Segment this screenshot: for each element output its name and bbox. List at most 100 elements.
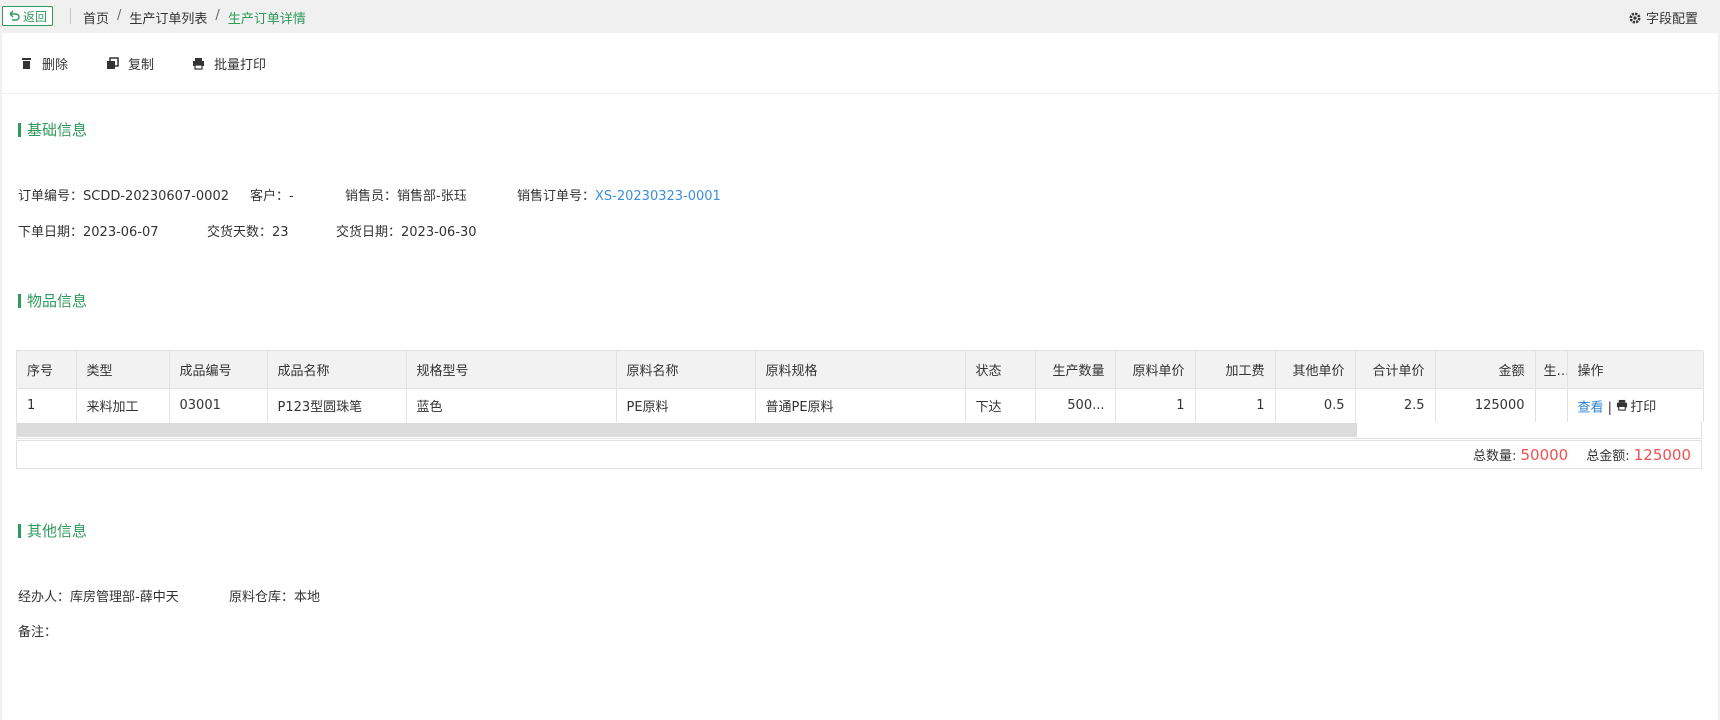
table-cell: P123型圆珠笔 [267,388,407,422]
divider [70,8,71,24]
total-qty-label: 总数量: [1472,449,1517,464]
customer-field: 客户：- [250,185,345,204]
warehouse-value: 本地 [294,590,321,605]
section-items-title: 物品信息 [18,290,87,311]
table-cell [1535,388,1568,422]
col-header: 成品名称 [267,351,407,389]
table-cell: 1 [17,388,77,422]
sales-order-field: 销售订单号：XS-20230323-0001 [517,185,721,204]
table-cell: 蓝色 [406,388,617,422]
section-basic-label: 基础信息 [27,121,88,139]
sales-order-link[interactable]: XS-20230323-0001 [595,189,721,204]
view-link[interactable]: 查看 [1578,400,1604,415]
printer-icon [1617,399,1628,411]
table-header-row: 序号 类型 成品编号 成品名称 规格型号 原料名称 原料规格 状态 生产数量 原… [17,351,1704,389]
col-header: 合计单价 [1355,351,1436,389]
row-actions: 查看 | 打印 [1567,388,1704,422]
delivery-date-field: 交货日期：2023-06-30 [336,221,477,240]
handler-label: 经办人： [18,590,71,605]
table-cell: 03001 [169,388,268,422]
order-date-field: 下单日期：2023-06-07 [18,221,207,240]
batch-print-label: 批量打印 [214,57,267,73]
remark-field: 备注： [18,621,57,640]
section-basic-title: 基础信息 [18,119,87,140]
gear-icon [1629,12,1641,23]
totals-bar: 总数量: 50000 总金额: 125000 [16,440,1702,469]
batch-print-button[interactable]: 批量打印 [192,54,266,73]
order-no-field: 订单编号：SCDD-20230607-0002 [18,185,250,204]
section-other-title: 其他信息 [18,520,87,541]
total-qty-value: 50000 [1520,446,1569,464]
table-row: 1 来料加工 03001 P123型圆珠笔 蓝色 PE原料 普通PE原料 下达 … [17,388,1704,422]
table-cell: PE原料 [616,388,756,422]
printer-icon [193,57,205,70]
table-cell: 普通PE原料 [755,388,966,422]
sales-order-label: 销售订单号： [517,189,596,204]
warehouse-label: 原料仓库： [229,590,295,605]
col-header: 规格型号 [406,351,617,389]
table-cell: 1 [1195,388,1276,422]
copy-label: 复制 [128,57,155,73]
col-header: 其他单价 [1275,351,1356,389]
breadcrumb-home[interactable]: 首页 [83,8,109,27]
field-config-button[interactable]: 字段配置 [1628,8,1698,27]
salesperson-value: 销售部-张珏 [397,189,467,204]
breadcrumb-current: 生产订单详情 [227,12,306,27]
section-items-label: 物品信息 [27,292,88,310]
delete-button[interactable]: 删除 [20,54,68,73]
toolbar: 删除 复制 批量打印 [2,33,1718,94]
breadcrumb-separator: / [117,8,122,23]
order-date-value: 2023-06-07 [83,225,159,240]
copy-button[interactable]: 复制 [106,54,154,73]
col-header: 生产数量 [1035,351,1116,389]
delivery-days-value: 23 [272,225,289,240]
horizontal-scrollbar[interactable] [17,422,1701,438]
items-table: 序号 类型 成品编号 成品名称 规格型号 原料名称 原料规格 状态 生产数量 原… [16,350,1704,439]
table-cell: 2.5 [1355,388,1436,422]
breadcrumb-separator: / [215,8,220,23]
col-header: 生产 [1535,351,1568,389]
basic-info-row-2: 下单日期：2023-06-07 交货天数：23 交货日期：2023-06-30 [18,221,477,240]
total-amount-label: 总金额: [1586,449,1630,464]
col-header: 原料单价 [1115,351,1196,389]
col-header: 金额 [1435,351,1536,389]
back-button[interactable]: 返回 [2,6,54,26]
copy-icon [107,56,119,69]
remark-label: 备注： [18,625,58,640]
delivery-days-field: 交货天数：23 [207,221,336,240]
action-separator: | [1607,400,1613,415]
table-cell: 1 [1115,388,1196,422]
order-no-value: SCDD-20230607-0002 [83,189,229,204]
order-no-label: 订单编号： [18,189,84,204]
back-label: 返回 [23,9,48,24]
breadcrumb-order-list[interactable]: 生产订单列表 [129,8,207,27]
salesperson-field: 销售员：销售部-张珏 [345,185,517,204]
col-header: 操作 [1567,351,1704,389]
order-date-label: 下单日期： [18,225,84,240]
delivery-date-label: 交货日期： [336,225,402,240]
col-header: 类型 [76,351,170,389]
other-info-row-2: 备注： [18,621,57,640]
basic-info-row-1: 订单编号：SCDD-20230607-0002 客户：- 销售员：销售部-张珏 … [18,185,721,204]
col-header: 状态 [965,351,1036,389]
table-cell: 500... [1035,388,1116,422]
scrollbar-thumb[interactable] [17,423,1357,437]
col-header: 原料名称 [616,351,756,389]
warehouse-field: 原料仓库：本地 [229,586,320,605]
table-cell: 0.5 [1275,388,1356,422]
print-label: 打印 [1630,399,1657,415]
trash-icon [22,57,31,69]
total-amount: 总金额: 125000 [1586,445,1691,464]
print-row-button[interactable]: 打印 [1616,396,1656,415]
table-cell: 下达 [965,388,1036,422]
field-config-label: 字段配置 [1645,12,1698,27]
delivery-days-label: 交货天数： [207,225,273,240]
other-info-row-1: 经办人：库房管理部-薛中天 原料仓库：本地 [18,586,320,605]
return-arrow-icon [9,10,20,21]
delivery-date-value: 2023-06-30 [401,225,477,240]
top-bar: 返回 首页 / 生产订单列表 / 生产订单详情 字段配置 [0,0,1720,33]
handler-value: 库房管理部-薛中天 [70,590,179,605]
delete-label: 删除 [42,57,69,73]
customer-value: - [289,189,294,204]
section-other-label: 其他信息 [27,522,88,540]
